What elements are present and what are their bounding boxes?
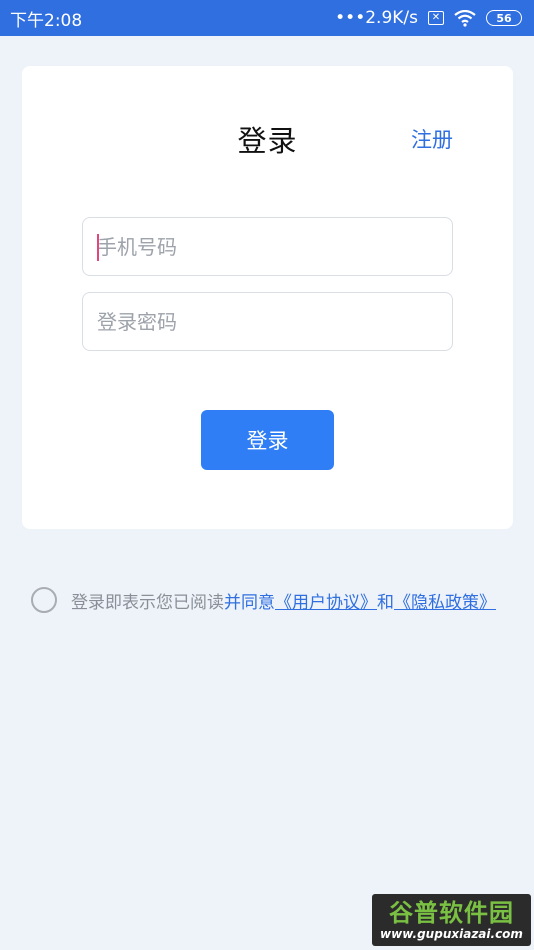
agree-radio[interactable] [31,587,57,613]
network-speed: •••2.9K/s [335,8,418,28]
watermark-logo: 谷普软件园 www.gupuxiazai.com [372,894,531,946]
status-time: 下午2:08 [10,10,83,31]
agreement-conj-1: 并同意 [224,592,275,613]
status-bar: 下午2:08 •••2.9K/s ✕ 56 [0,0,534,36]
agreement-conj-2: 和 [377,592,394,613]
text-cursor [97,234,99,261]
password-field[interactable] [82,292,453,351]
register-link[interactable]: 注册 [411,124,453,154]
battery-indicator: 56 [486,10,522,26]
user-agreement-link[interactable]: 《用户协议》 [275,588,377,613]
login-button[interactable]: 登录 [201,410,334,470]
wifi-icon [454,9,476,27]
password-input[interactable] [83,293,452,350]
watermark-url: www.gupuxiazai.com [380,927,523,941]
status-indicators: •••2.9K/s ✕ 56 [335,8,522,28]
login-card: 登录 注册 登录 [22,66,513,529]
agreement-row: 登录即表示您已阅读 并同意 《用户协议》 和 《隐私政策》 [31,587,496,613]
privacy-policy-link[interactable]: 《隐私政策》 [394,588,496,613]
watermark-title: 谷普软件园 [389,899,514,927]
phone-field[interactable] [82,217,453,276]
phone-input[interactable] [83,218,452,275]
agreement-prefix: 登录即表示您已阅读 [71,592,224,613]
sim-x-icon: ✕ [428,11,444,25]
